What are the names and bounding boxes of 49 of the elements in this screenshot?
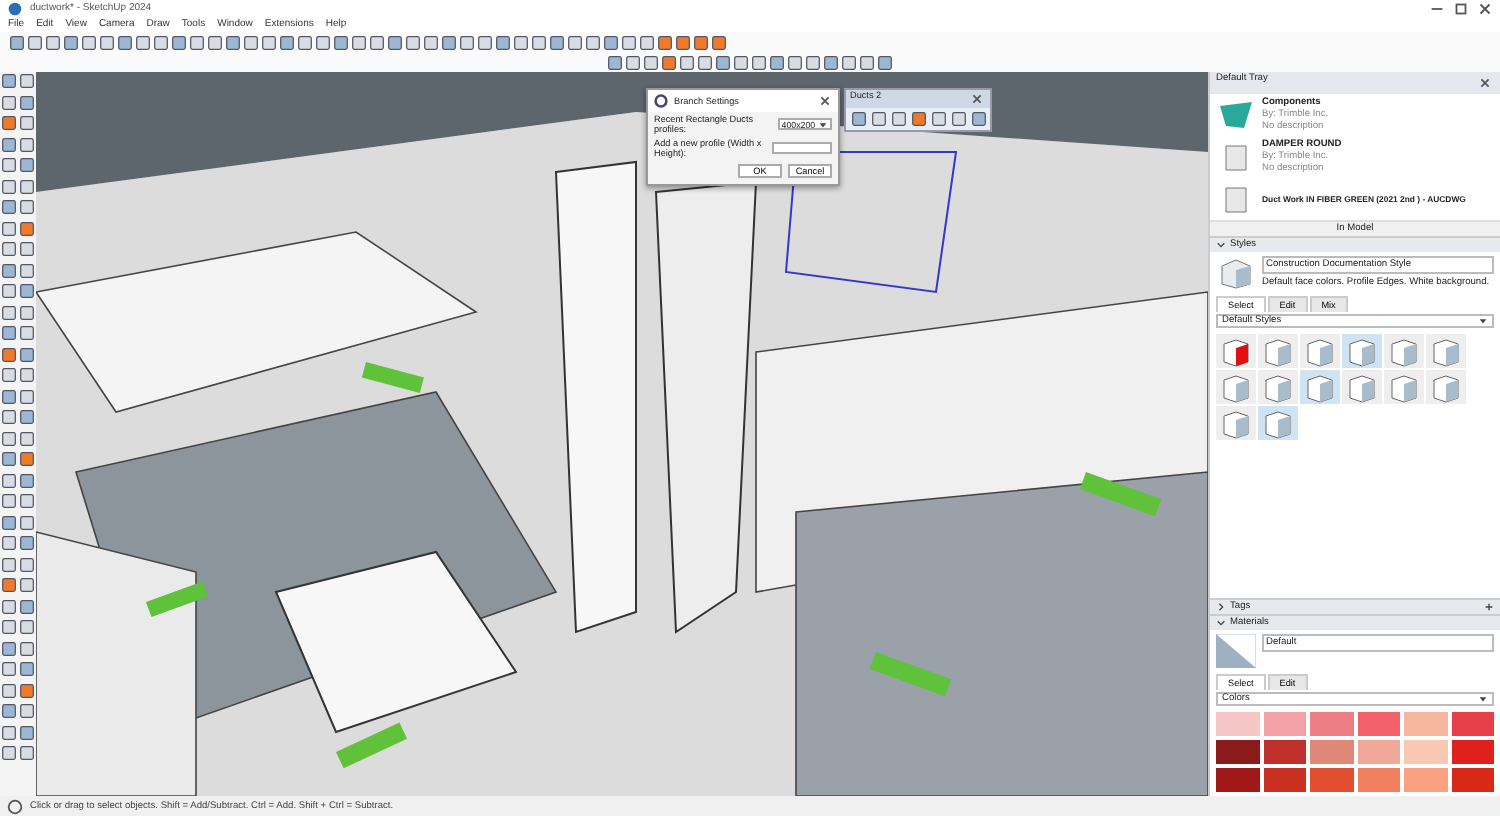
color-swatch[interactable] [1216,768,1259,792]
chevron-icon[interactable] [1216,240,1226,250]
color-swatch[interactable] [1310,740,1353,764]
color-swatch[interactable] [1216,740,1259,764]
color-swatch[interactable] [1451,740,1494,764]
plus-icon[interactable] [1484,602,1494,612]
close-icon[interactable] [816,92,834,110]
style-thumbnail[interactable] [1216,370,1256,404]
color-swatch[interactable] [1451,768,1494,792]
chevron-icon[interactable] [1216,602,1226,612]
color-swatch[interactable] [1263,768,1306,792]
material-preview [1216,634,1256,668]
color-swatch[interactable] [1404,740,1447,764]
caret-icon [1478,694,1488,704]
input-field[interactable] [772,142,832,154]
style-thumbnail[interactable] [1426,334,1466,368]
color-swatch[interactable] [1404,712,1447,736]
color-swatch[interactable] [1357,740,1400,764]
color-swatch[interactable] [1263,712,1306,736]
close-icon[interactable] [1476,0,1494,17]
color-swatch[interactable] [1263,740,1306,764]
close-icon[interactable] [1476,74,1494,92]
style-preview-icon [1216,256,1256,290]
color-swatch[interactable] [1404,768,1447,792]
style-thumbnail[interactable] [1258,370,1298,404]
chevron-icon[interactable] [1216,618,1226,628]
color-swatch[interactable] [1451,712,1494,736]
style-thumbnail[interactable] [1426,370,1466,404]
style-thumbnail[interactable] [1258,406,1298,440]
style-thumbnail[interactable] [1216,334,1256,368]
color-swatch[interactable] [1310,712,1353,736]
app-logo-icon [6,0,24,17]
color-swatch[interactable] [1357,712,1400,736]
style-thumbnail[interactable] [1384,370,1424,404]
style-thumbnail[interactable] [1300,370,1340,404]
color-swatch[interactable] [1216,712,1259,736]
color-swatch[interactable] [1357,768,1400,792]
style-thumbnail[interactable] [1342,370,1382,404]
close-icon[interactable] [968,90,986,108]
style-thumbnail[interactable] [1258,334,1298,368]
component-thumbnail [1216,98,1256,132]
style-thumbnail[interactable] [1300,334,1340,368]
caret-icon [818,119,828,129]
color-swatch[interactable] [1310,768,1353,792]
maximize-icon[interactable] [1452,0,1470,17]
style-thumbnail[interactable] [1216,406,1256,440]
caret-icon [1478,316,1488,326]
style-thumbnail[interactable] [1342,334,1382,368]
style-thumbnail[interactable] [1384,334,1424,368]
